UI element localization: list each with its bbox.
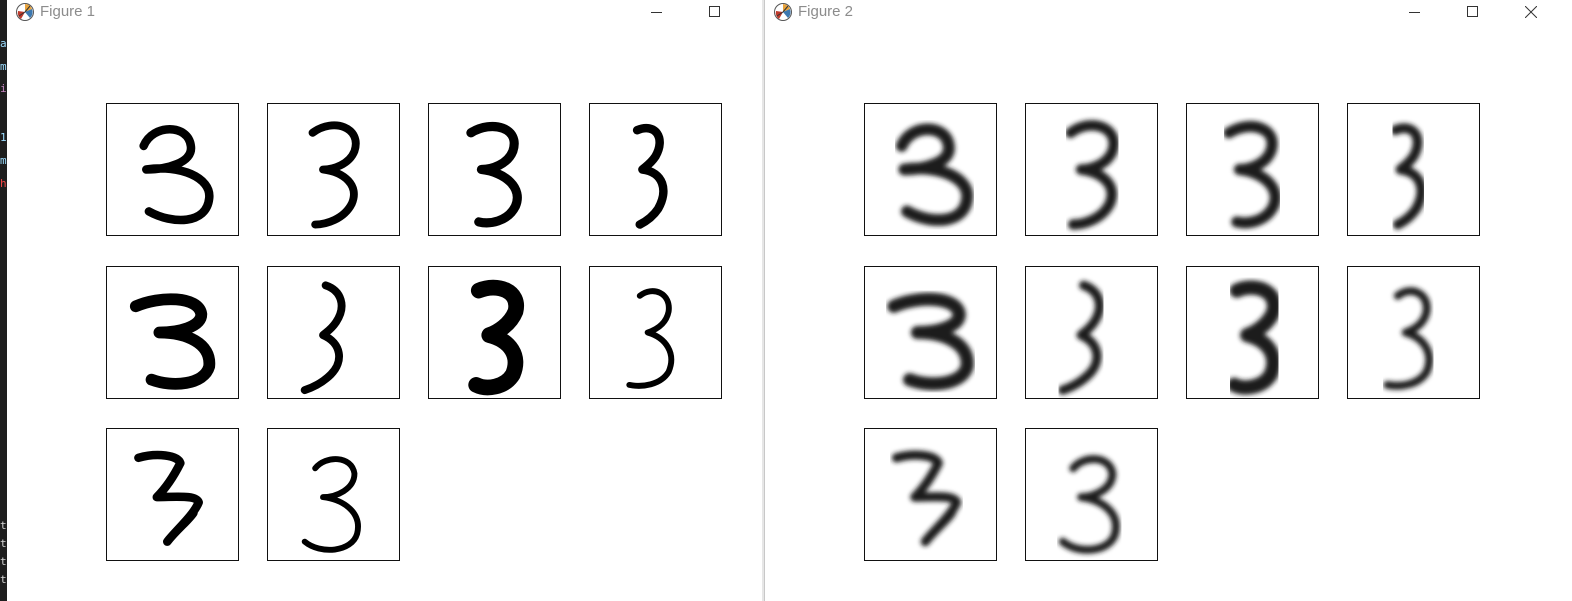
maximize-button[interactable] [693, 0, 737, 25]
editor-glyph: t [0, 519, 7, 532]
digit-three-glyph [139, 124, 214, 225]
digit-three-glyph [895, 123, 974, 226]
minimize-button[interactable] [635, 0, 679, 25]
minimize-button[interactable] [1393, 0, 1437, 25]
digit-three-glyph [1390, 123, 1427, 230]
figure-window-1[interactable]: Figure 1 [7, 0, 762, 601]
maximize-icon [709, 6, 720, 17]
editor-glyph: a [0, 37, 7, 50]
digit-image-4 [1347, 103, 1480, 236]
digit-image-7 [1186, 266, 1319, 399]
digit-image-9 [106, 428, 239, 561]
digit-image-2 [267, 103, 400, 236]
digit-image-10 [1025, 428, 1158, 561]
close-button[interactable] [1509, 0, 1553, 25]
digit-three-glyph [887, 292, 974, 391]
digit-three-glyph [891, 450, 962, 547]
digit-image-5 [864, 266, 997, 399]
background-editor-strip: a m i 1 m h t t t t [0, 0, 7, 601]
digit-image-3 [1186, 103, 1319, 236]
digit-three-glyph [1383, 287, 1434, 390]
window-title: Figure 2 [798, 3, 854, 20]
digit-three-glyph [1226, 280, 1282, 395]
digit-image-2 [1025, 103, 1158, 236]
title-bar[interactable]: Figure 1 [7, 0, 762, 25]
digit-image-3 [428, 103, 561, 236]
editor-glyph: i [0, 82, 7, 95]
maximize-button[interactable] [1451, 0, 1495, 25]
editor-glyph: t [0, 537, 7, 550]
digit-image-1 [864, 103, 997, 236]
digit-image-1 [106, 103, 239, 236]
editor-glyph: t [0, 555, 7, 568]
matplotlib-app-icon [15, 2, 35, 22]
minimize-icon [651, 12, 662, 13]
editor-glyph: m [0, 60, 7, 73]
digit-image-6 [267, 266, 400, 399]
figure-window-2[interactable]: Figure 2 [764, 0, 1572, 601]
editor-glyph: t [0, 573, 7, 586]
matplotlib-app-icon [773, 2, 793, 22]
digit-image-7 [428, 266, 561, 399]
minimize-icon [1409, 12, 1420, 13]
digit-three-glyph [301, 456, 361, 553]
digit-three-glyph [1058, 280, 1105, 395]
maximize-icon [1467, 6, 1478, 17]
digit-three-glyph [308, 121, 360, 229]
digit-image-6 [1025, 266, 1158, 399]
digit-three-glyph [632, 124, 668, 229]
editor-glyph: h [0, 177, 7, 190]
digit-image-9 [864, 428, 997, 561]
digit-image-4 [589, 103, 722, 236]
digit-image-10 [267, 428, 400, 561]
editor-glyph: m [0, 154, 7, 167]
close-icon [1525, 6, 1537, 18]
digit-three-glyph [626, 288, 675, 389]
window-title: Figure 1 [40, 3, 96, 20]
digit-three-glyph [466, 121, 522, 228]
digit-three-glyph [468, 279, 524, 396]
digit-three-glyph [129, 293, 216, 390]
editor-glyph: 1 [0, 131, 7, 144]
digit-three-glyph [1223, 120, 1281, 229]
digit-three-glyph [1058, 455, 1120, 554]
digit-image-8 [589, 266, 722, 399]
digit-three-glyph [134, 450, 203, 546]
digit-three-glyph [300, 281, 346, 395]
title-bar[interactable]: Figure 2 [765, 0, 1572, 25]
digit-image-5 [106, 266, 239, 399]
digit-image-8 [1347, 266, 1480, 399]
digit-three-glyph [1065, 120, 1119, 230]
